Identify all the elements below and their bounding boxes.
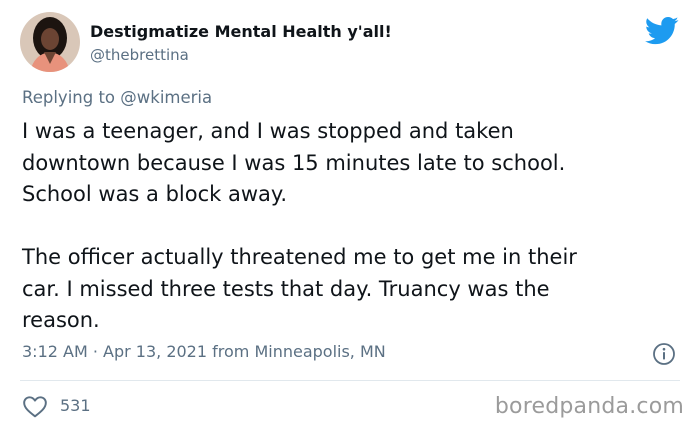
tweet-text-line: School was a block away. [22, 182, 288, 206]
tweet-text-line: car. I missed three tests that day. Trua… [22, 276, 550, 301]
avatar-photo [20, 12, 80, 72]
reply-prefix: Replying to [22, 88, 116, 107]
divider [20, 380, 680, 381]
twitter-bird-icon[interactable] [644, 16, 679, 46]
tweet-text-line: The officer actually threatened me to ge… [22, 245, 577, 269]
tweet-text: I was a teenager, and I was stopped and … [22, 116, 682, 337]
heart-icon[interactable] [22, 394, 48, 418]
tweet-text-line: downtown because I was 15 minutes late t… [22, 150, 566, 175]
reply-mention-link[interactable]: @wkimeria [120, 88, 212, 107]
avatar[interactable] [20, 12, 80, 72]
tweet-text-line: I was a teenager, and I was stopped and … [22, 119, 514, 143]
tweet-timestamp[interactable]: 3:12 AM · Apr 13, 2021 from Minneapolis,… [22, 342, 386, 361]
user-handle[interactable]: @thebrettina [90, 46, 189, 64]
tweet-text-line: reason. [22, 308, 100, 332]
display-name[interactable]: Destigmatize Mental Health y'all! [90, 22, 392, 41]
reply-context: Replying to @wkimeria [22, 88, 212, 107]
like-count: 531 [60, 396, 91, 415]
watermark: boredpanda.com [494, 394, 684, 419]
info-icon[interactable] [652, 342, 676, 366]
